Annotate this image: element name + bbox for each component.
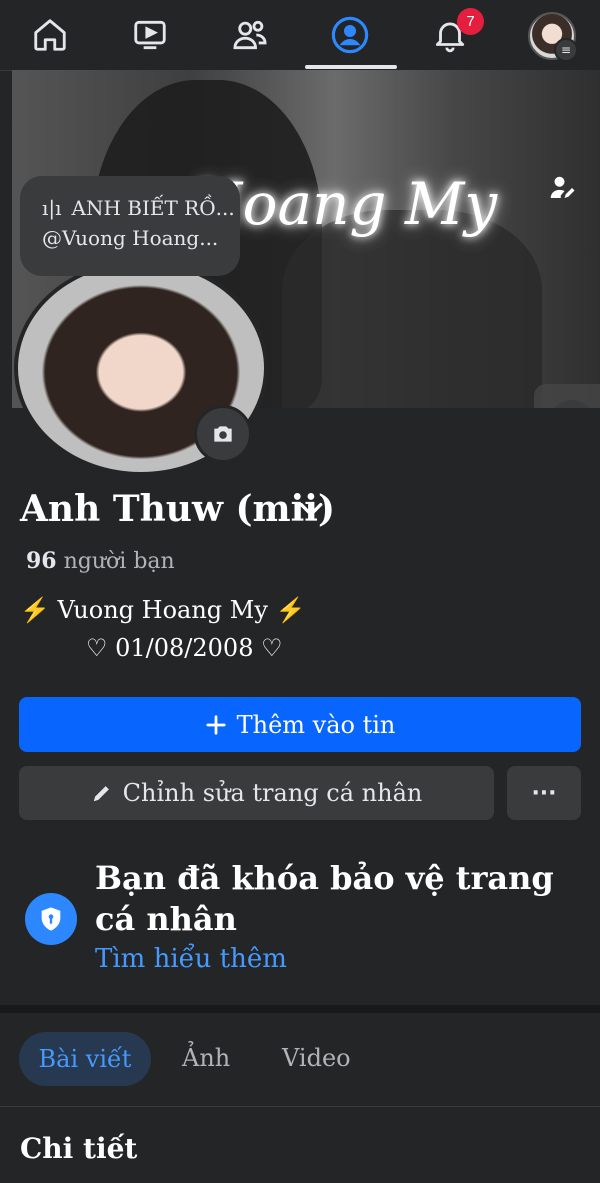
- section-divider: [0, 1005, 600, 1013]
- note-song-title: ANH BIẾT RỒ...: [71, 196, 235, 220]
- cover-camera-button[interactable]: [534, 384, 600, 408]
- add-to-story-label: Thêm vào tin: [236, 710, 396, 739]
- bio-line-2: ♡ 01/08/2008 ♡: [86, 634, 283, 662]
- edit-profile-button[interactable]: Chỉnh sửa trang cá nhân: [19, 766, 494, 820]
- details-heading: Chi tiết: [20, 1132, 138, 1165]
- add-to-story-button[interactable]: Thêm vào tin: [19, 697, 581, 752]
- more-options-button[interactable]: ···: [507, 766, 581, 820]
- nav-notifications-button[interactable]: [400, 0, 500, 70]
- profile-lock-title: Bạn đã khóa bảo vệ trang cá nhân: [95, 859, 554, 938]
- profile-name: Anh Thuw (mii): [20, 488, 335, 530]
- menu-lines-icon: ≡: [554, 38, 578, 62]
- learn-more-link[interactable]: Tìm hiểu thêm: [95, 944, 287, 974]
- nav-friends-button[interactable]: [200, 0, 300, 70]
- profile-icon: [331, 16, 369, 54]
- bio-line-1: ⚡ Vuong Hoang My ⚡: [20, 596, 306, 624]
- tab-videos[interactable]: Video: [282, 1044, 351, 1072]
- top-navigation-bar: 7 ≡: [0, 0, 600, 71]
- cover-photo-figure-shoulder: [282, 210, 542, 408]
- profile-note-bubble[interactable]: ı|ı ANH BIẾT RỒ... @Vuong Hoang...: [20, 176, 240, 276]
- tab-photos[interactable]: Ảnh: [182, 1044, 230, 1072]
- chevron-down-icon[interactable]: [298, 500, 324, 520]
- plus-icon: [205, 714, 226, 735]
- music-bars-icon: ı|ı: [42, 196, 62, 220]
- friends-count-number: 96: [26, 548, 57, 574]
- edit-profile-label: Chỉnh sửa trang cá nhân: [122, 779, 423, 807]
- note-artist: @Vuong Hoang...: [42, 226, 219, 250]
- friends-icon: [233, 20, 267, 50]
- user-edit-icon[interactable]: [547, 173, 577, 203]
- nav-profile-button[interactable]: [300, 0, 400, 70]
- tab-posts[interactable]: Bài viết: [19, 1032, 151, 1086]
- avatar-camera-button[interactable]: [194, 405, 252, 463]
- home-icon: [34, 19, 66, 51]
- friends-count[interactable]: 96 người bạn: [26, 548, 175, 574]
- pencil-icon: [93, 786, 109, 802]
- shield-lock-icon: [25, 893, 77, 945]
- nav-video-button[interactable]: [100, 0, 200, 70]
- active-tab-indicator: [305, 65, 397, 69]
- notification-badge: 7: [457, 8, 484, 35]
- friends-count-label: người bạn: [63, 549, 175, 574]
- tabs-divider: [0, 1106, 600, 1107]
- nav-home-button[interactable]: [0, 0, 100, 70]
- video-icon: [134, 20, 166, 50]
- camera-icon: [214, 426, 232, 442]
